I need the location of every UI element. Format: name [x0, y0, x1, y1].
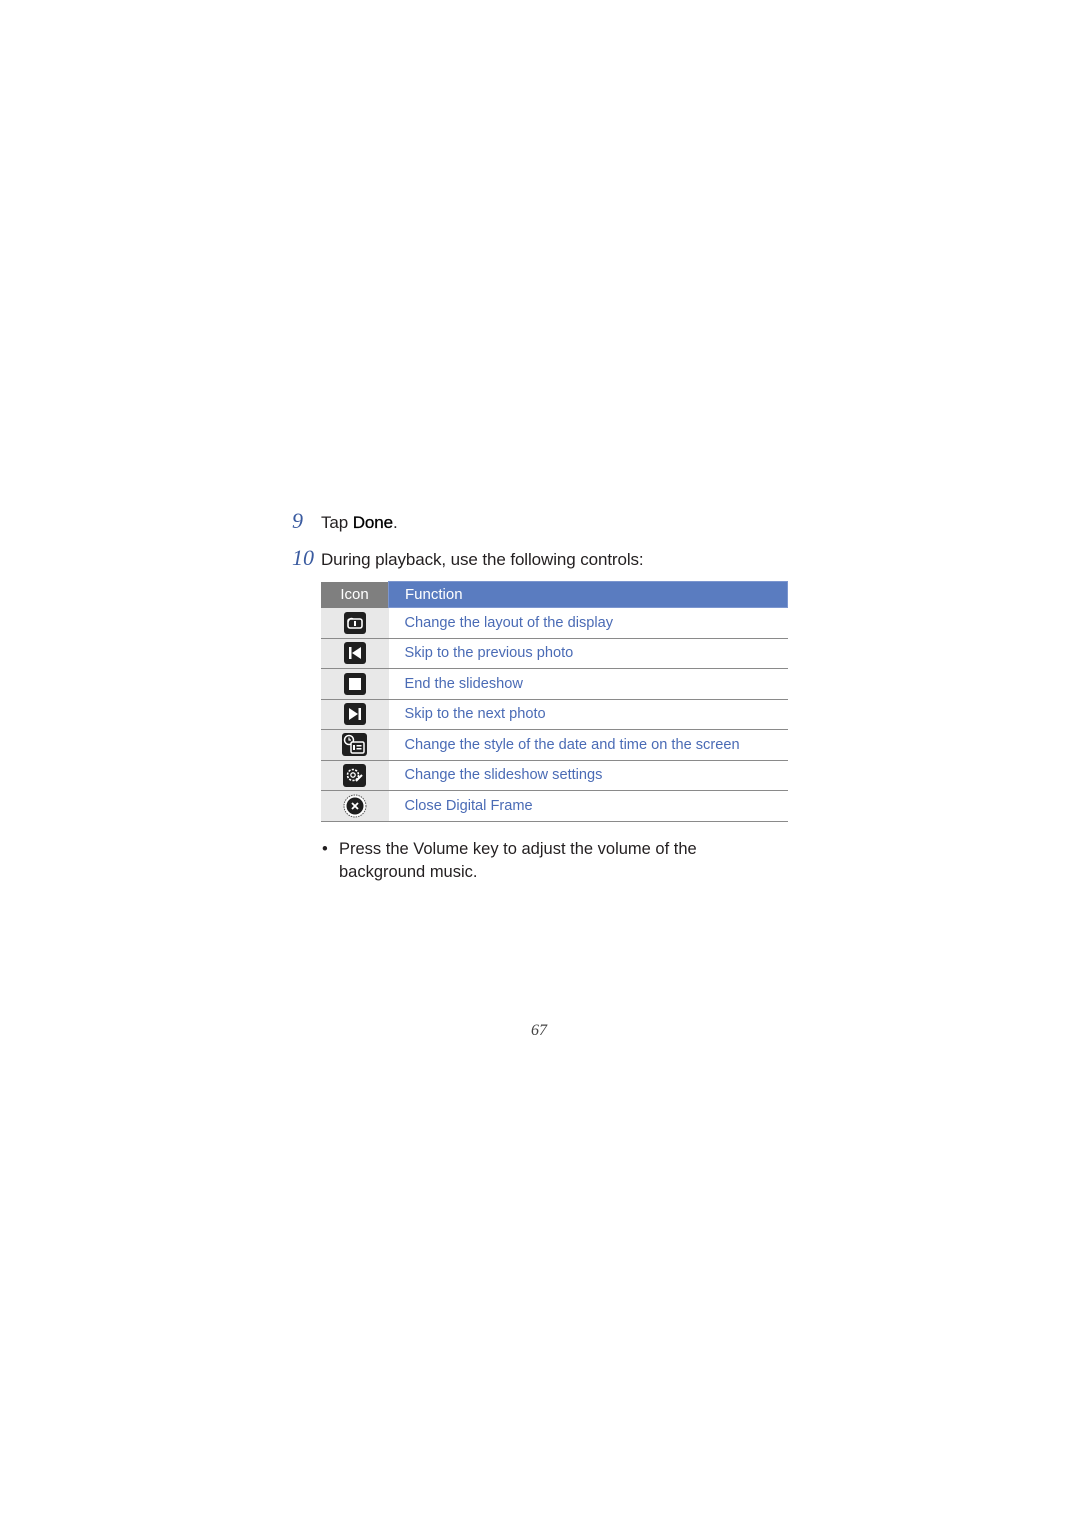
bullet-text: Press the Volume key to adjust the volum…	[339, 840, 697, 881]
header-icon: Icon	[321, 581, 389, 608]
function-label: Close Digital Frame	[388, 790, 788, 822]
header-function: Function	[388, 581, 788, 608]
step-text: During playback, use the following contr…	[321, 550, 644, 569]
function-label: End the slideshow	[388, 668, 788, 700]
function-label: Skip to the previous photo	[388, 638, 788, 669]
function-label: Skip to the next photo	[388, 699, 788, 730]
controls-table: Icon Function Change the layout of the d…	[321, 581, 788, 822]
table-row: Change the slideshow settings	[321, 760, 788, 791]
step-prefix: Tap	[321, 513, 353, 532]
bullet-note: • Press the Volume key to adjust the vol…	[322, 838, 722, 883]
step-number: 9	[292, 508, 303, 533]
settings-gear-icon	[343, 763, 367, 787]
step-10: 10 During playback, use the following co…	[292, 545, 644, 571]
table-row: Skip to the previous photo	[321, 638, 788, 669]
close-circle-icon	[343, 794, 367, 818]
table-header-row: Icon Function	[321, 581, 788, 608]
step-9: 9 Tap Done.	[292, 508, 398, 534]
layout-display-icon	[343, 611, 366, 634]
skip-previous-icon	[343, 642, 366, 665]
clock-calendar-icon	[342, 733, 368, 757]
step-suffix: .	[392, 513, 398, 532]
stop-icon	[343, 672, 366, 695]
function-label: Change the slideshow settings	[388, 760, 788, 791]
step-number: 10	[292, 545, 314, 570]
function-label: Change the layout of the display	[388, 607, 788, 639]
step-text: Tap Done.	[321, 513, 398, 533]
function-label: Change the style of the date and time on…	[388, 729, 788, 761]
table-row: Change the style of the date and time on…	[321, 729, 788, 761]
bullet-symbol: •	[322, 840, 328, 858]
table-row: End the slideshow	[321, 668, 788, 700]
table-row: Skip to the next photo	[321, 699, 788, 730]
table-row: Close Digital Frame	[321, 790, 788, 822]
page-number: 67	[531, 1022, 547, 1039]
skip-next-icon	[343, 703, 366, 726]
table-row: Change the layout of the display	[321, 607, 788, 639]
done-keyword: Done	[352, 513, 394, 532]
